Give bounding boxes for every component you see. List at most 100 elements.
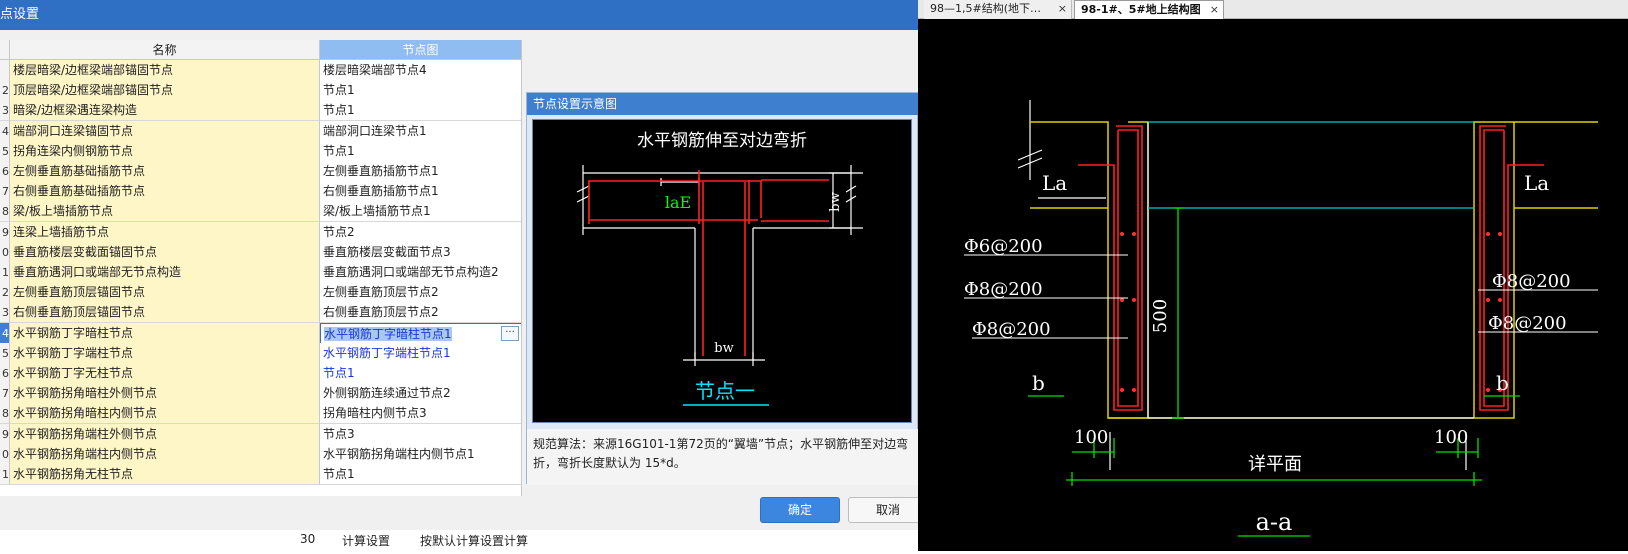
- row-node-cell[interactable]: 节点1: [320, 80, 521, 102]
- row-number[interactable]: 4: [0, 322, 10, 344]
- row-name-cell[interactable]: 垂直筋楼层变截面锚固节点: [10, 241, 320, 263]
- row-number[interactable]: 2: [0, 282, 10, 304]
- column-header-node[interactable]: 节点图: [320, 40, 521, 60]
- row-node-cell[interactable]: 楼层暗梁端部节点4: [320, 60, 521, 81]
- row-name-cell[interactable]: 暗梁/边框梁遇连梁构造: [10, 100, 320, 122]
- row-name-cell[interactable]: 左侧垂直筋基础插筋节点: [10, 161, 320, 182]
- table-row[interactable]: 1 垂直筋遇洞口或端部无节点构造 垂直筋遇洞口或端部无节点构造2: [0, 262, 521, 283]
- row-name-cell[interactable]: 拐角连梁内侧钢筋节点: [10, 140, 320, 162]
- row-node-cell[interactable]: 左侧垂直筋插筋节点1: [320, 161, 521, 182]
- tab-basement-structure[interactable]: 98—1,5#结构(地下… ×: [924, 0, 1072, 19]
- close-icon[interactable]: ×: [1210, 1, 1219, 19]
- table-row[interactable]: 8 梁/板上墙插筋节点 梁/板上墙插筋节点1: [0, 201, 521, 223]
- row-number[interactable]: 9: [0, 423, 10, 445]
- rebar-label-right-1: Φ8@200: [1492, 271, 1571, 292]
- row-node-cell[interactable]: 左侧垂直筋顶层节点2: [320, 282, 521, 304]
- row-number[interactable]: 4: [0, 120, 10, 142]
- table-row[interactable]: 6 水平钢筋丁字无柱节点 节点1: [0, 363, 521, 384]
- row-number[interactable]: 3: [0, 302, 10, 324]
- row-number[interactable]: 9: [0, 221, 10, 243]
- row-node-cell[interactable]: 拐角暗柱内侧节点3: [320, 403, 521, 425]
- table-row[interactable]: 4 水平钢筋丁字暗柱节点 水平钢筋丁字暗柱节点1 ···: [0, 322, 521, 344]
- row-name-cell[interactable]: 右侧垂直筋基础插筋节点: [10, 181, 320, 203]
- row-number[interactable]: 8: [0, 201, 10, 223]
- row-node-cell[interactable]: 梁/板上墙插筋节点1: [320, 201, 521, 223]
- row-name-cell[interactable]: 左侧垂直筋顶层锚固节点: [10, 282, 320, 304]
- row-node-cell[interactable]: 右侧垂直筋插筋节点1: [320, 181, 521, 203]
- row-number[interactable]: 7: [0, 181, 10, 203]
- table-row[interactable]: 楼层暗梁/边框梁端部锚固节点 楼层暗梁端部节点4: [0, 60, 521, 81]
- dialog-title-bar[interactable]: 点设置: [0, 0, 918, 30]
- close-icon[interactable]: ×: [1058, 0, 1067, 18]
- cad-drawing-area[interactable]: La La Φ6@200 Φ8@200 Φ8@200 Φ8@200 Φ8@200…: [918, 0, 1628, 551]
- table-row[interactable]: 9 水平钢筋拐角端柱外侧节点 节点3: [0, 423, 521, 445]
- row-node-cell[interactable]: 节点1: [320, 100, 521, 122]
- row-number[interactable]: 5: [0, 140, 10, 162]
- row-name-cell[interactable]: 右侧垂直筋顶层锚固节点: [10, 302, 320, 324]
- row-name-cell[interactable]: 水平钢筋拐角暗柱外侧节点: [10, 383, 320, 405]
- table-row[interactable]: 9 连梁上墙插筋节点 节点2: [0, 221, 521, 243]
- row-node-cell[interactable]: 水平钢筋丁字端柱节点1: [320, 342, 521, 364]
- row-number[interactable]: 7: [0, 383, 10, 405]
- row-node-cell[interactable]: 节点3: [320, 423, 521, 445]
- table-row[interactable]: 0 垂直筋楼层变截面锚固节点 垂直筋楼层变截面节点3: [0, 241, 521, 263]
- row-name-cell[interactable]: 水平钢筋丁字无柱节点: [10, 363, 320, 384]
- table-row[interactable]: 7 右侧垂直筋基础插筋节点 右侧垂直筋插筋节点1: [0, 181, 521, 203]
- row-name-cell[interactable]: 水平钢筋拐角暗柱内侧节点: [10, 403, 320, 425]
- row-number[interactable]: 5: [0, 342, 10, 364]
- table-row[interactable]: 3 右侧垂直筋顶层锚固节点 右侧垂直筋顶层节点2: [0, 302, 521, 324]
- row-number[interactable]: 6: [0, 363, 10, 384]
- tab-above-ground-structure[interactable]: 98-1#、5#地上结构图 ×: [1074, 0, 1224, 19]
- row-node-cell[interactable]: 水平钢筋丁字暗柱节点1 ···: [320, 322, 521, 344]
- table-row[interactable]: 8 水平钢筋拐角暗柱内侧节点 拐角暗柱内侧节点3: [0, 403, 521, 425]
- table-row[interactable]: 2 顶层暗梁/边框梁端部锚固节点 节点1: [0, 80, 521, 102]
- table-row[interactable]: 4 端部洞口连梁锚固节点 端部洞口连梁节点1: [0, 120, 521, 142]
- table-row[interactable]: 1 水平钢筋拐角无柱节点 节点1: [0, 464, 521, 485]
- bg-row-number: 30: [300, 532, 316, 546]
- column-header-name[interactable]: 名称: [10, 40, 320, 60]
- row-number[interactable]: 3: [0, 100, 10, 122]
- table-row[interactable]: 3 暗梁/边框梁遇连梁构造 节点1: [0, 100, 521, 122]
- node-preview-panel: 节点设置示意图 水平钢筋伸至对边弯折 laE bw bw 节点一 规范算法：来源…: [526, 92, 918, 485]
- ok-button[interactable]: 确定: [760, 497, 840, 523]
- table-row[interactable]: 5 水平钢筋丁字端柱节点 水平钢筋丁字端柱节点1: [0, 342, 521, 364]
- table-row[interactable]: 5 拐角连梁内侧钢筋节点 节点1: [0, 140, 521, 162]
- row-node-cell[interactable]: 垂直筋楼层变截面节点3: [320, 241, 521, 263]
- row-name-cell[interactable]: 水平钢筋拐角端柱外侧节点: [10, 423, 320, 445]
- row-number[interactable]: 0: [0, 241, 10, 263]
- row-name-cell[interactable]: 楼层暗梁/边框梁端部锚固节点: [10, 60, 320, 81]
- row-name-cell[interactable]: 水平钢筋丁字暗柱节点: [10, 322, 320, 344]
- row-name-cell[interactable]: 端部洞口连梁锚固节点: [10, 120, 320, 142]
- row-node-cell[interactable]: 节点1: [320, 363, 521, 384]
- row-node-cell[interactable]: 节点1: [320, 140, 521, 162]
- row-node-cell[interactable]: 右侧垂直筋顶层节点2: [320, 302, 521, 324]
- row-number[interactable]: 1: [0, 262, 10, 283]
- row-name-cell[interactable]: 垂直筋遇洞口或端部无节点构造: [10, 262, 320, 283]
- table-row[interactable]: 7 水平钢筋拐角暗柱外侧节点 外侧钢筋连续通过节点2: [0, 383, 521, 405]
- row-number[interactable]: [0, 60, 10, 81]
- row-node-cell[interactable]: 水平钢筋拐角端柱内侧节点1: [320, 443, 521, 465]
- table-row[interactable]: 0 水平钢筋拐角端柱内侧节点 水平钢筋拐角端柱内侧节点1: [0, 443, 521, 465]
- row-node-cell[interactable]: 垂直筋遇洞口或端部无节点构造2: [320, 262, 521, 283]
- lae-label: laE: [665, 193, 691, 212]
- node-cell-value[interactable]: 水平钢筋丁字暗柱节点1: [324, 326, 452, 341]
- table-row[interactable]: 2 左侧垂直筋顶层锚固节点 左侧垂直筋顶层节点2: [0, 282, 521, 304]
- row-node-cell[interactable]: 端部洞口连梁节点1: [320, 120, 521, 142]
- table-row[interactable]: 6 左侧垂直筋基础插筋节点 左侧垂直筋插筋节点1: [0, 161, 521, 182]
- row-number[interactable]: 0: [0, 443, 10, 465]
- row-node-cell[interactable]: 外侧钢筋连续通过节点2: [320, 383, 521, 405]
- row-name-cell[interactable]: 顶层暗梁/边框梁端部锚固节点: [10, 80, 320, 102]
- row-name-cell[interactable]: 水平钢筋拐角无柱节点: [10, 464, 320, 485]
- row-name-cell[interactable]: 水平钢筋丁字端柱节点: [10, 342, 320, 364]
- row-name-cell[interactable]: 连梁上墙插筋节点: [10, 221, 320, 243]
- cancel-button[interactable]: 取消: [848, 497, 918, 523]
- row-node-cell[interactable]: 节点2: [320, 221, 521, 243]
- row-name-cell[interactable]: 梁/板上墙插筋节点: [10, 201, 320, 223]
- row-number[interactable]: 6: [0, 161, 10, 182]
- row-number[interactable]: 1: [0, 464, 10, 485]
- row-number[interactable]: 2: [0, 80, 10, 102]
- row-node-cell[interactable]: 节点1: [320, 464, 521, 485]
- ellipsis-button-icon[interactable]: ···: [501, 325, 519, 341]
- row-number[interactable]: 8: [0, 403, 10, 425]
- row-name-cell[interactable]: 水平钢筋拐角端柱内侧节点: [10, 443, 320, 465]
